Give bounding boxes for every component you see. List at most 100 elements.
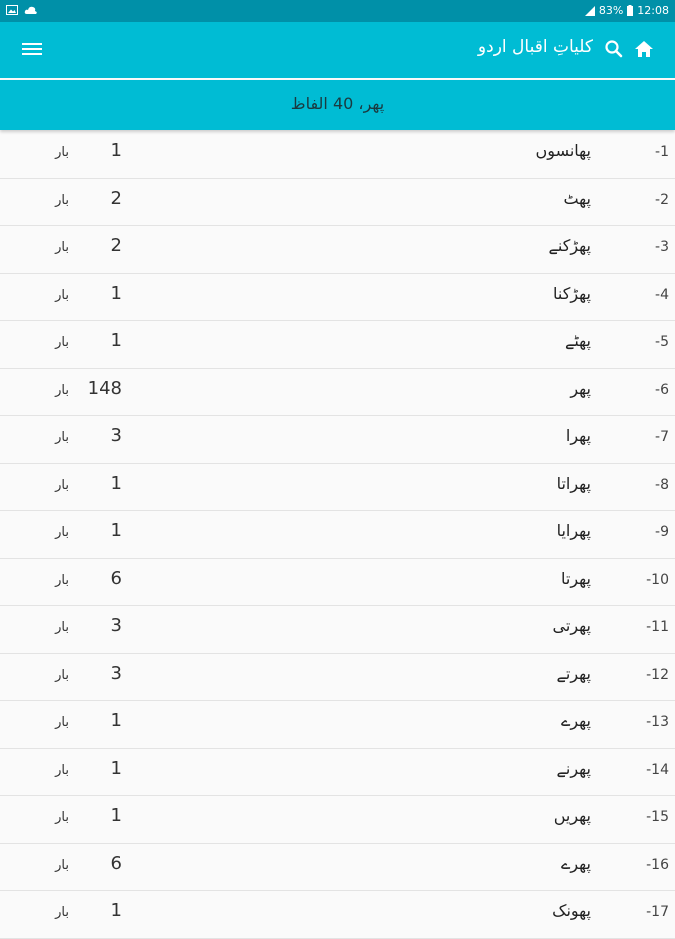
item-count: 1: [110, 710, 122, 731]
list-item[interactable]: -12 پھرتے 3 بار: [0, 654, 675, 701]
item-count-unit: بار: [55, 287, 69, 303]
item-count: 3: [110, 662, 122, 684]
battery-icon: [627, 5, 634, 16]
item-number: -12: [646, 666, 669, 683]
item-number: -17: [646, 904, 669, 920]
item-number: -14: [646, 761, 669, 778]
search-icon[interactable]: [603, 38, 625, 60]
item-number: -4: [655, 286, 669, 303]
item-count-unit: بار: [55, 857, 69, 873]
home-icon[interactable]: [633, 38, 655, 60]
item-count: 6: [110, 852, 122, 874]
item-count-unit: بار: [55, 905, 69, 920]
item-word: پھرنے: [556, 758, 591, 778]
item-count-unit: بار: [55, 430, 69, 445]
list-item[interactable]: -1 پھانسوں 1 بار: [0, 131, 675, 179]
item-word: پھرتا: [561, 568, 591, 588]
item-count: 1: [110, 900, 122, 921]
list-item[interactable]: -3 پھڑکنے 2 بار: [0, 226, 675, 274]
cloud-notification-icon: [24, 6, 37, 14]
item-word: پھٹے: [564, 331, 591, 350]
list-item[interactable]: -14 پھرنے 1 بار: [0, 749, 675, 796]
menu-icon: [22, 43, 42, 45]
item-count: 1: [110, 330, 122, 351]
app-title: کلیاتِ اقبال اردو: [477, 37, 593, 57]
item-count: 1: [110, 472, 122, 494]
item-number: -3: [655, 239, 669, 255]
list-item[interactable]: -5 پھٹے 1 بار: [0, 321, 675, 369]
item-word: پھرا: [565, 426, 591, 445]
list-item[interactable]: -6 پھر 148 بار: [0, 369, 675, 416]
item-count-unit: بار: [55, 477, 69, 493]
list-item[interactable]: -8 پھراتا 1 بار: [0, 464, 675, 511]
status-bar: 83% 12:08: [0, 0, 675, 22]
item-count: 2: [110, 187, 122, 209]
status-notifications: [6, 4, 38, 16]
list-item[interactable]: -9 پھرایا 1 بار: [0, 511, 675, 559]
item-count: 1: [110, 282, 122, 304]
clock: 12:08: [637, 4, 669, 17]
item-count-unit: بار: [55, 192, 69, 208]
item-word: پھٹ: [563, 188, 591, 208]
item-word: پھراتا: [556, 473, 591, 493]
item-count: 1: [110, 140, 122, 161]
item-number: -1: [655, 144, 669, 160]
item-word: پھرایا: [556, 521, 591, 540]
item-word: پھریں: [553, 806, 591, 825]
item-count: 1: [110, 757, 122, 779]
item-word: پھرے: [560, 711, 591, 730]
item-number: -7: [655, 429, 669, 445]
word-header-text: پھر، 40 الفاظ: [290, 94, 385, 113]
item-count-unit: بار: [55, 572, 69, 588]
status-system: 83% 12:08: [584, 4, 669, 17]
item-number: -13: [646, 714, 669, 730]
list-item[interactable]: -11 پھرتی 3 بار: [0, 606, 675, 654]
item-count-unit: بار: [55, 145, 69, 160]
item-count-unit: بار: [55, 620, 69, 635]
app-bar: کلیاتِ اقبال اردو: [0, 22, 675, 78]
item-count: 6: [110, 567, 122, 589]
list-item[interactable]: -17 پھونک 1 بار: [0, 891, 675, 939]
item-count-unit: بار: [55, 335, 69, 350]
item-count: 3: [110, 425, 122, 446]
list-item[interactable]: -15 پھریں 1 بار: [0, 796, 675, 844]
item-number: -6: [655, 381, 669, 398]
item-count-unit: بار: [55, 762, 69, 778]
item-word: پھونک: [552, 901, 591, 920]
word-list: -1 پھانسوں 1 بار -2 پھٹ 2 بار -3 پھڑکنے 2 بار -4 پھڑک…: [0, 131, 675, 939]
list-item[interactable]: -13 پھرے 1 بار: [0, 701, 675, 749]
item-word: پھڑکنے: [548, 236, 591, 255]
item-count: 1: [110, 520, 122, 541]
item-count-unit: بار: [55, 810, 69, 825]
item-word: پھانسوں: [535, 141, 591, 160]
item-word: پھرتے: [556, 663, 591, 683]
item-number: -16: [646, 856, 669, 873]
menu-button[interactable]: [22, 40, 42, 58]
item-word: پھرے: [560, 853, 591, 873]
list-item[interactable]: -10 پھرتا 6 بار: [0, 559, 675, 606]
list-item[interactable]: -2 پھٹ 2 بار: [0, 179, 675, 226]
item-count: 2: [110, 235, 122, 256]
item-count: 148: [87, 377, 122, 399]
item-number: -9: [655, 524, 669, 540]
list-item[interactable]: -16 پھرے 6 بار: [0, 844, 675, 891]
word-header: پھر، 40 الفاظ: [0, 80, 675, 130]
item-count-unit: بار: [55, 667, 69, 683]
list-item[interactable]: -7 پھرا 3 بار: [0, 416, 675, 464]
item-count-unit: بار: [55, 240, 69, 255]
item-word: پھرتی: [552, 616, 591, 635]
item-number: -11: [646, 619, 669, 635]
item-count-unit: بار: [55, 715, 69, 730]
signal-icon: [584, 5, 595, 16]
list-item[interactable]: -4 پھڑکنا 1 بار: [0, 274, 675, 321]
item-count-unit: بار: [55, 525, 69, 540]
item-count: 3: [110, 615, 122, 636]
item-word: پھڑکنا: [553, 283, 591, 303]
item-count: 1: [110, 805, 122, 826]
item-count-unit: بار: [55, 382, 69, 398]
battery-percent: 83%: [598, 4, 624, 17]
item-number: -8: [655, 476, 669, 493]
item-number: -5: [655, 334, 669, 350]
item-number: -2: [655, 191, 669, 208]
image-notification-icon: [6, 5, 18, 15]
